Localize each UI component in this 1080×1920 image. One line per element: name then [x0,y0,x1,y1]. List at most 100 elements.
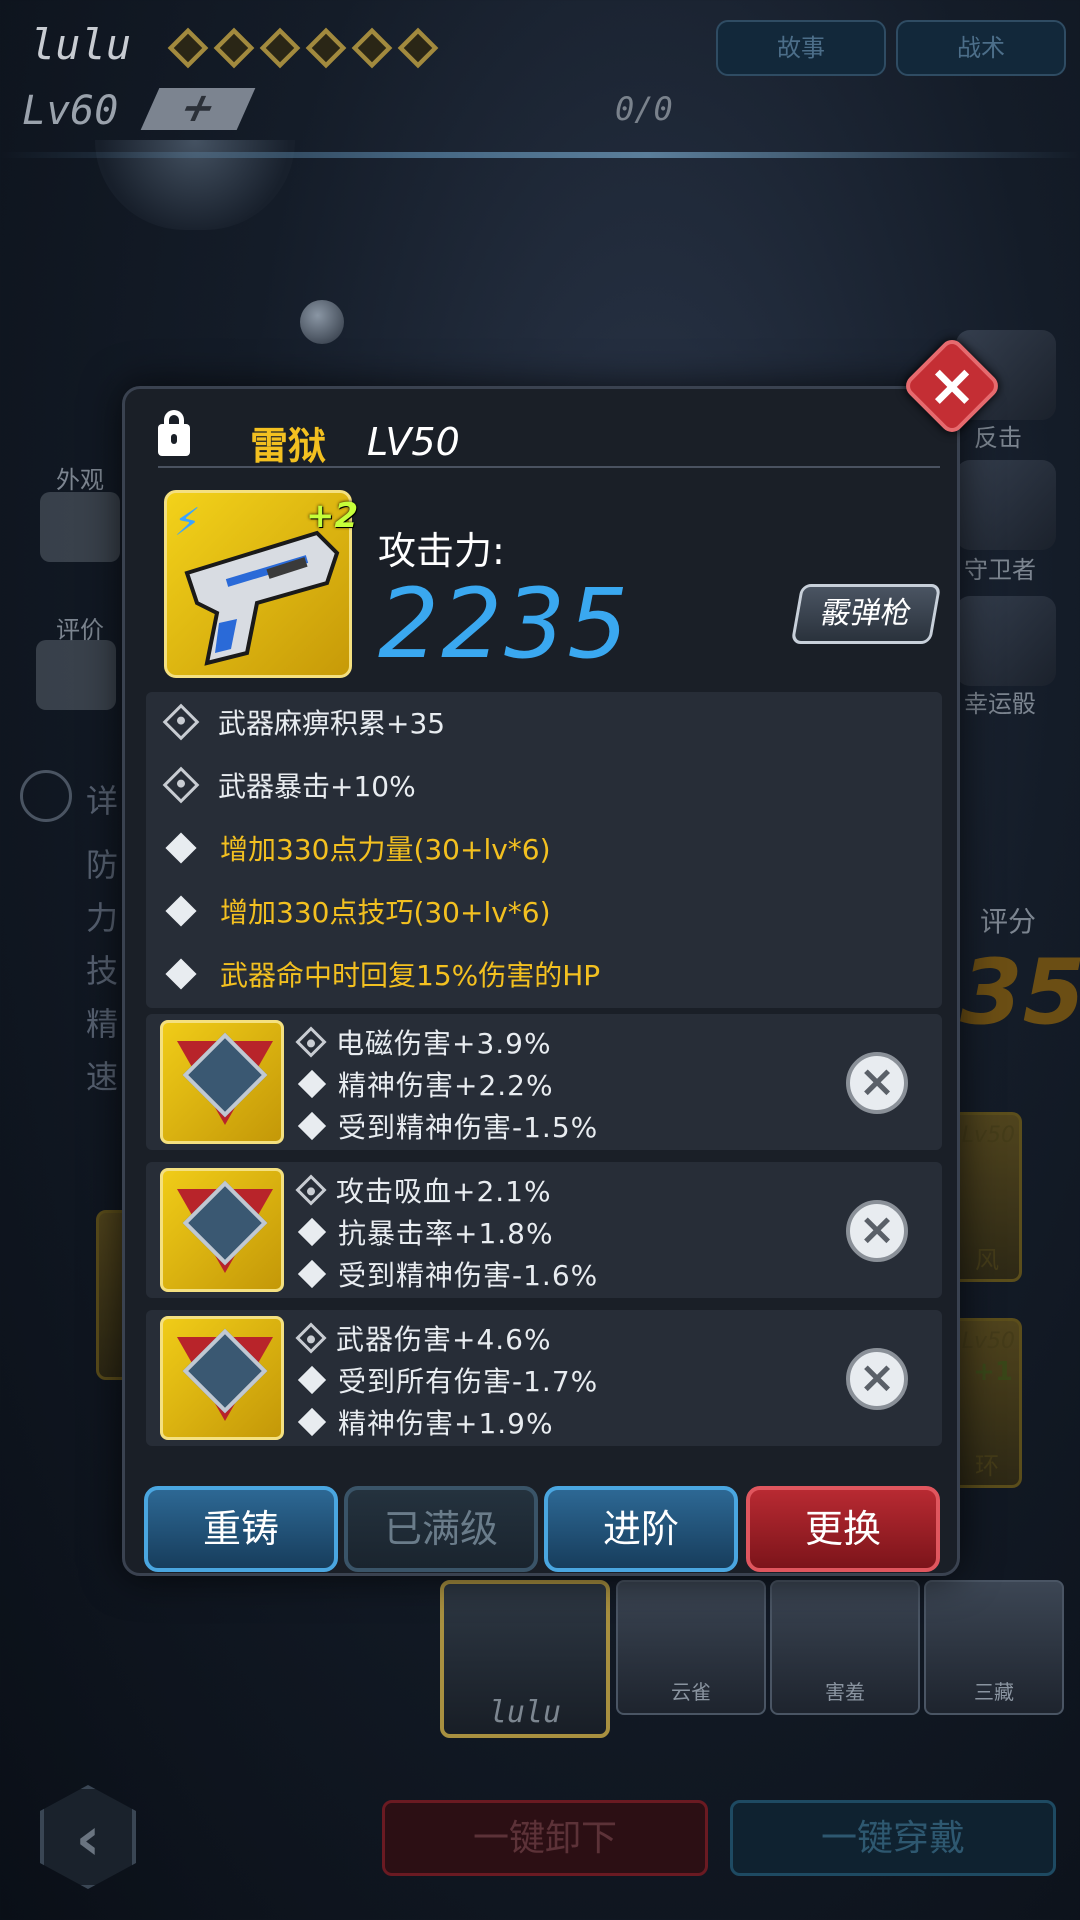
attribute-row: 武器暴击+10% [162,765,416,805]
gem-attr-text: 精神伤害+2.2% [338,1069,554,1102]
star-icon [351,27,393,69]
gem-icon [160,1168,284,1292]
stat-defense: 防 [86,846,119,884]
gem-attribute: 受到精神伤害-1.5% [297,1106,598,1146]
card-level: Lv50 [961,1329,1015,1354]
stat-skill: 技 [86,952,119,990]
counter-label: 反击 [974,424,1022,452]
lock-diamond-icon [295,1322,327,1354]
star-icon [259,27,301,69]
score-value: 35 [960,940,1080,1045]
gem-attr-text: 武器伤害+4.6% [336,1323,552,1356]
advance-button[interactable]: 进阶 [544,1486,738,1572]
weapon-level: LV50 [367,420,460,464]
gem-icon [160,1020,284,1144]
gem-attribute: 抗暴击率+1.8% [297,1212,554,1252]
lock-icon-hole [171,434,177,444]
attribute-row: 增加330点技巧(30+lv*6) [165,891,551,931]
hero-card[interactable]: 害羞 [770,1580,920,1715]
gem-attr-text: 攻击吸血+2.1% [336,1175,552,1208]
gem-attribute: 精神伤害+2.2% [297,1064,554,1104]
search-icon[interactable] [20,770,72,822]
close-icon[interactable]: × [916,350,988,422]
tab-story[interactable]: 故事 [716,20,886,76]
lock-diamond-icon [162,766,200,804]
attribute-row: 增加330点力量(30+lv*6) [165,828,551,868]
diamond-icon [297,1407,327,1437]
gem-attribute: 精神伤害+1.9% [297,1402,554,1442]
lucky-dice-label: 幸运骰 [964,690,1036,718]
chat-bubble-icon[interactable] [36,640,116,710]
diamond-icon [165,832,197,864]
lock-diamond-icon [295,1026,327,1058]
lucky-dice-icon[interactable] [956,596,1056,686]
gem-attribute: 武器伤害+4.6% [295,1318,552,1358]
star-icon [305,27,347,69]
diamond-icon [165,895,197,927]
diamond-icon [165,958,197,990]
guardian-label: 守卫者 [964,556,1036,584]
attribute-text: 武器暴击+10% [218,770,416,803]
gem-icon [160,1316,284,1440]
score-label: 评分 [980,905,1037,938]
card-name: 环 [975,1452,999,1480]
appearance-label: 外观 [56,466,104,494]
upgrade-badge: +2 [306,496,359,536]
title-divider [158,466,940,468]
hero-name: lulu [488,1695,562,1730]
hero-name: 云雀 [671,1680,711,1704]
card-plus: +1 [973,1357,1013,1387]
gem-attr-text: 电磁伤害+3.9% [336,1027,552,1060]
gem-attribute: 受到精神伤害-1.6% [297,1254,599,1294]
lock-diamond-icon [162,703,200,741]
guardian-icon[interactable] [956,460,1056,550]
star-icon [167,27,209,69]
stat-speed: 速 [86,1058,119,1096]
gem-attribute: 攻击吸血+2.1% [295,1170,552,1210]
attack-label: 攻击力: [378,529,505,573]
replace-button[interactable]: 更换 [746,1486,940,1572]
attribute-row: 武器麻痹积累+35 [162,702,446,742]
hero-name: 害羞 [825,1680,865,1704]
equip-all-button[interactable]: 一键穿戴 [730,1800,1056,1876]
star-rating [167,27,439,69]
attribute-row: 武器命中时回复15%伤害的HP [165,954,600,994]
exp-counter: 0/0 [615,90,673,128]
card-name: 风 [975,1246,999,1274]
attribute-text: 武器麻痹积累+35 [218,707,446,740]
lock-diamond-icon [295,1174,327,1206]
stat-spirit: 精 [86,1005,119,1043]
recast-button[interactable]: 重铸 [144,1486,338,1572]
shirt-icon[interactable] [40,492,120,562]
hero-card-lulu[interactable]: lulu [440,1580,610,1738]
gem-attr-text: 受到精神伤害-1.6% [338,1259,599,1292]
gem-attr-text: 精神伤害+1.9% [338,1407,554,1440]
diamond-icon [297,1217,327,1247]
tab-tactics[interactable]: 战术 [896,20,1066,76]
moon-decoration [300,300,344,344]
weapon-type-badge: 霰弹枪 [790,584,942,644]
unload-all-button[interactable]: 一键卸下 [382,1800,708,1876]
weapon-name: 雷狱 [250,424,327,468]
hero-card[interactable]: 云雀 [616,1580,766,1715]
diamond-icon [297,1069,327,1099]
diamond-icon [297,1365,327,1395]
level-plus-button[interactable]: + [140,85,256,131]
header-divider [0,152,1080,158]
remove-gem-button[interactable]: × [846,1348,908,1410]
hero-card[interactable]: 三藏 [924,1580,1064,1715]
hero-name: 三藏 [974,1680,1014,1704]
max-level-button[interactable]: 已满级 [344,1486,538,1572]
card-level: Lv50 [961,1123,1015,1148]
star-icon [213,27,255,69]
detail-label: 详 [86,782,119,820]
back-button[interactable]: ‹ [40,1785,136,1889]
attribute-text: 增加330点技巧(30+lv*6) [220,896,551,929]
player-name: lulu [30,20,132,69]
remove-gem-button[interactable]: × [846,1200,908,1262]
gem-attribute: 受到所有伤害-1.7% [297,1360,598,1400]
gem-attribute: 电磁伤害+3.9% [295,1022,552,1062]
remove-gem-button[interactable]: × [846,1052,908,1114]
diamond-icon [297,1259,327,1289]
gem-attr-text: 抗暴击率+1.8% [338,1217,554,1250]
